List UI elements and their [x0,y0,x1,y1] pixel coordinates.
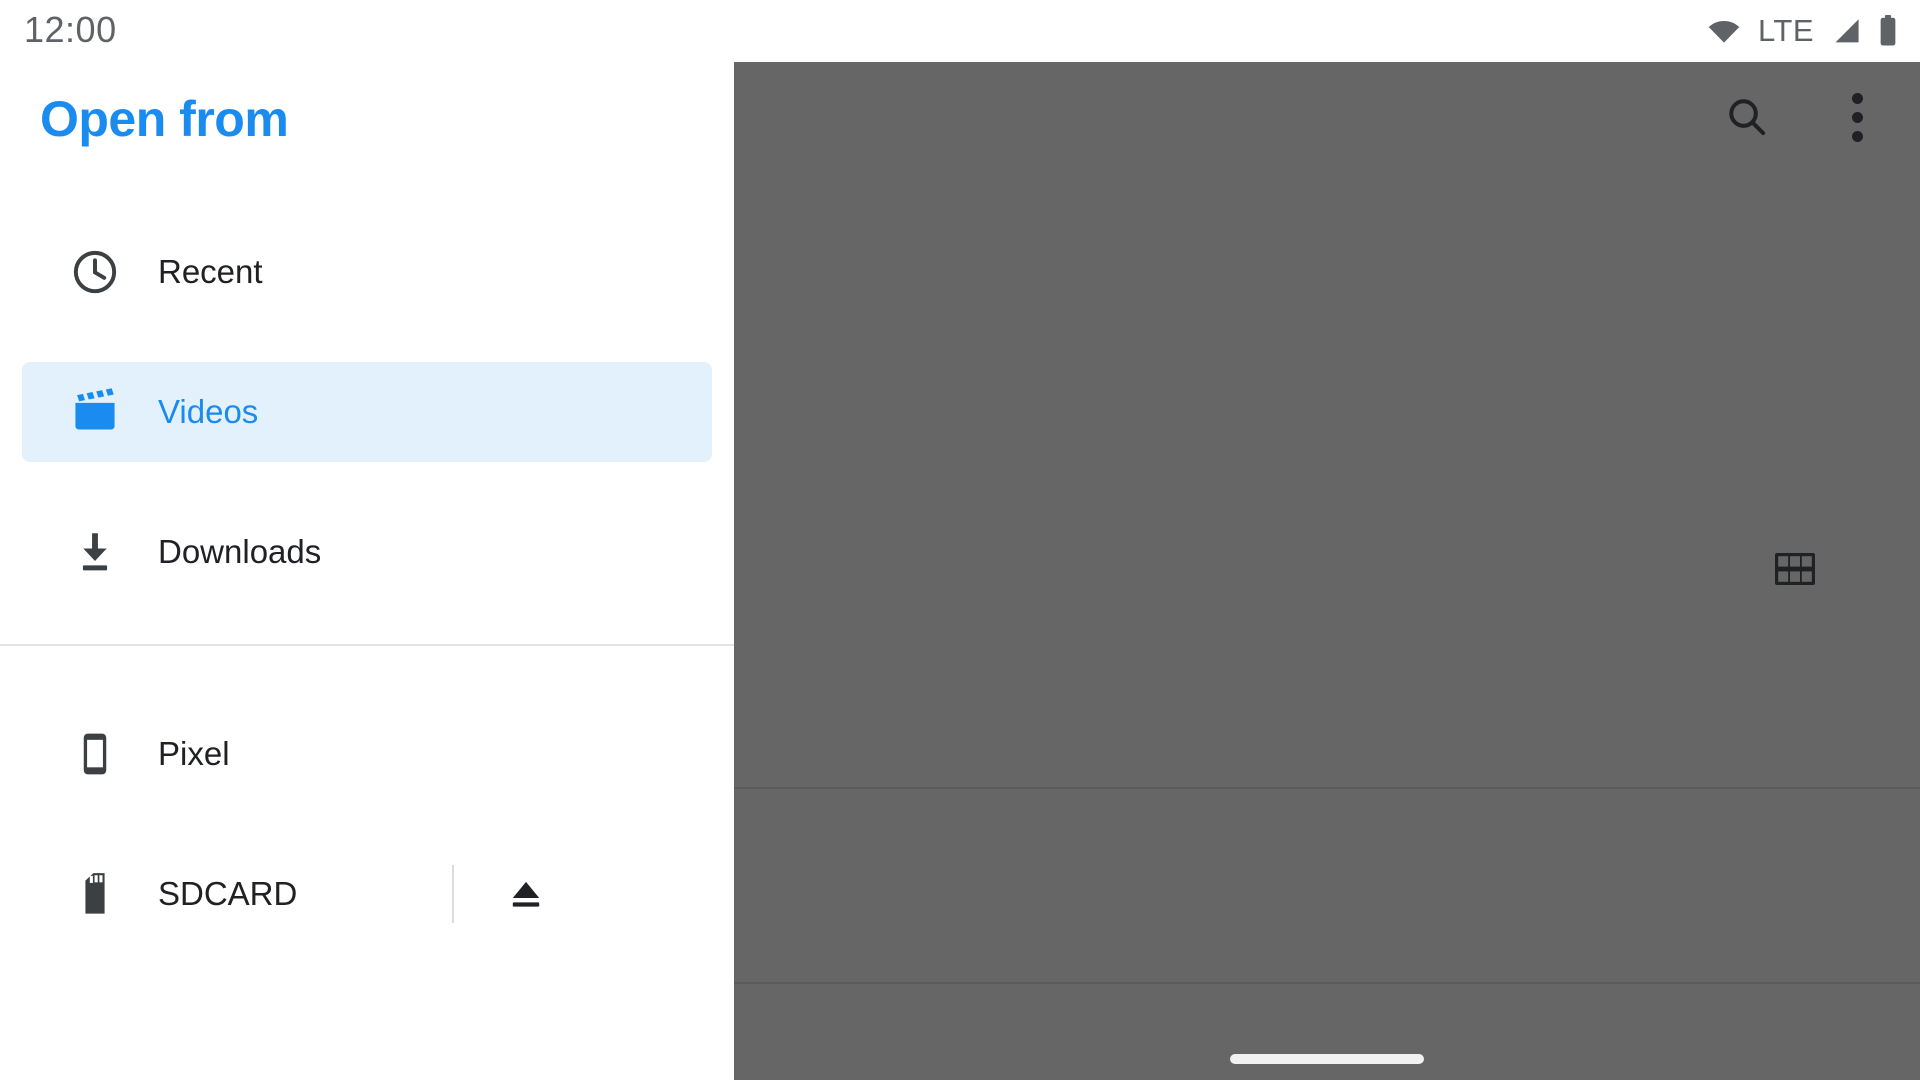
eject-icon[interactable] [498,866,554,922]
sidebar-item-recent[interactable]: Recent [22,222,712,322]
sidebar-item-label: Videos [158,393,259,430]
sidebar-item-pixel[interactable]: Pixel [22,704,712,804]
sidebar-item-downloads[interactable]: Downloads [22,502,712,602]
sidebar-item-sdcard[interactable]: SDCARD [22,844,712,944]
signal-icon [1831,17,1861,45]
sidebar-item-videos[interactable]: Videos [22,362,712,462]
eject-control [452,844,554,944]
network-label: LTE [1757,13,1814,48]
sdcard-icon [58,844,132,944]
content-toolbar [734,62,1920,172]
home-indicator[interactable] [1230,1054,1424,1064]
more-vert-icon[interactable] [1824,84,1890,150]
content-scrim [734,62,1920,1080]
content-divider [734,982,1920,984]
sidebar-item-label: SDCARD [158,875,298,912]
content-divider [734,787,1920,789]
status-time: 12:00 [24,9,117,50]
wifi-icon [1707,18,1741,44]
phone-icon [58,704,132,804]
search-icon[interactable] [1714,84,1780,150]
menu-dot [1851,92,1863,104]
navigation-drawer: Open from Recent Videos Downloads Pixel … [0,0,734,1080]
grid-view-icon[interactable] [1772,550,1818,588]
page-title: Open from [40,91,289,147]
drawer-nav-list: Recent Videos Downloads Pixel SDCARD [0,222,734,944]
vertical-divider [452,865,454,923]
status-icons: LTE [1707,0,1898,62]
status-bar: 12:00 LTE [0,0,1920,62]
movie-icon [58,362,132,462]
clock-icon [58,222,132,322]
battery-icon [1878,15,1898,47]
sidebar-item-label: Pixel [158,735,230,772]
sidebar-item-label: Downloads [158,533,322,570]
sidebar-item-label: Recent [158,253,263,290]
menu-dot [1851,111,1863,123]
download-icon [58,502,132,602]
menu-dot [1851,130,1863,142]
file-picker-screen: 12:00 LTE Open from Recent Videos Downlo… [0,0,1920,1080]
